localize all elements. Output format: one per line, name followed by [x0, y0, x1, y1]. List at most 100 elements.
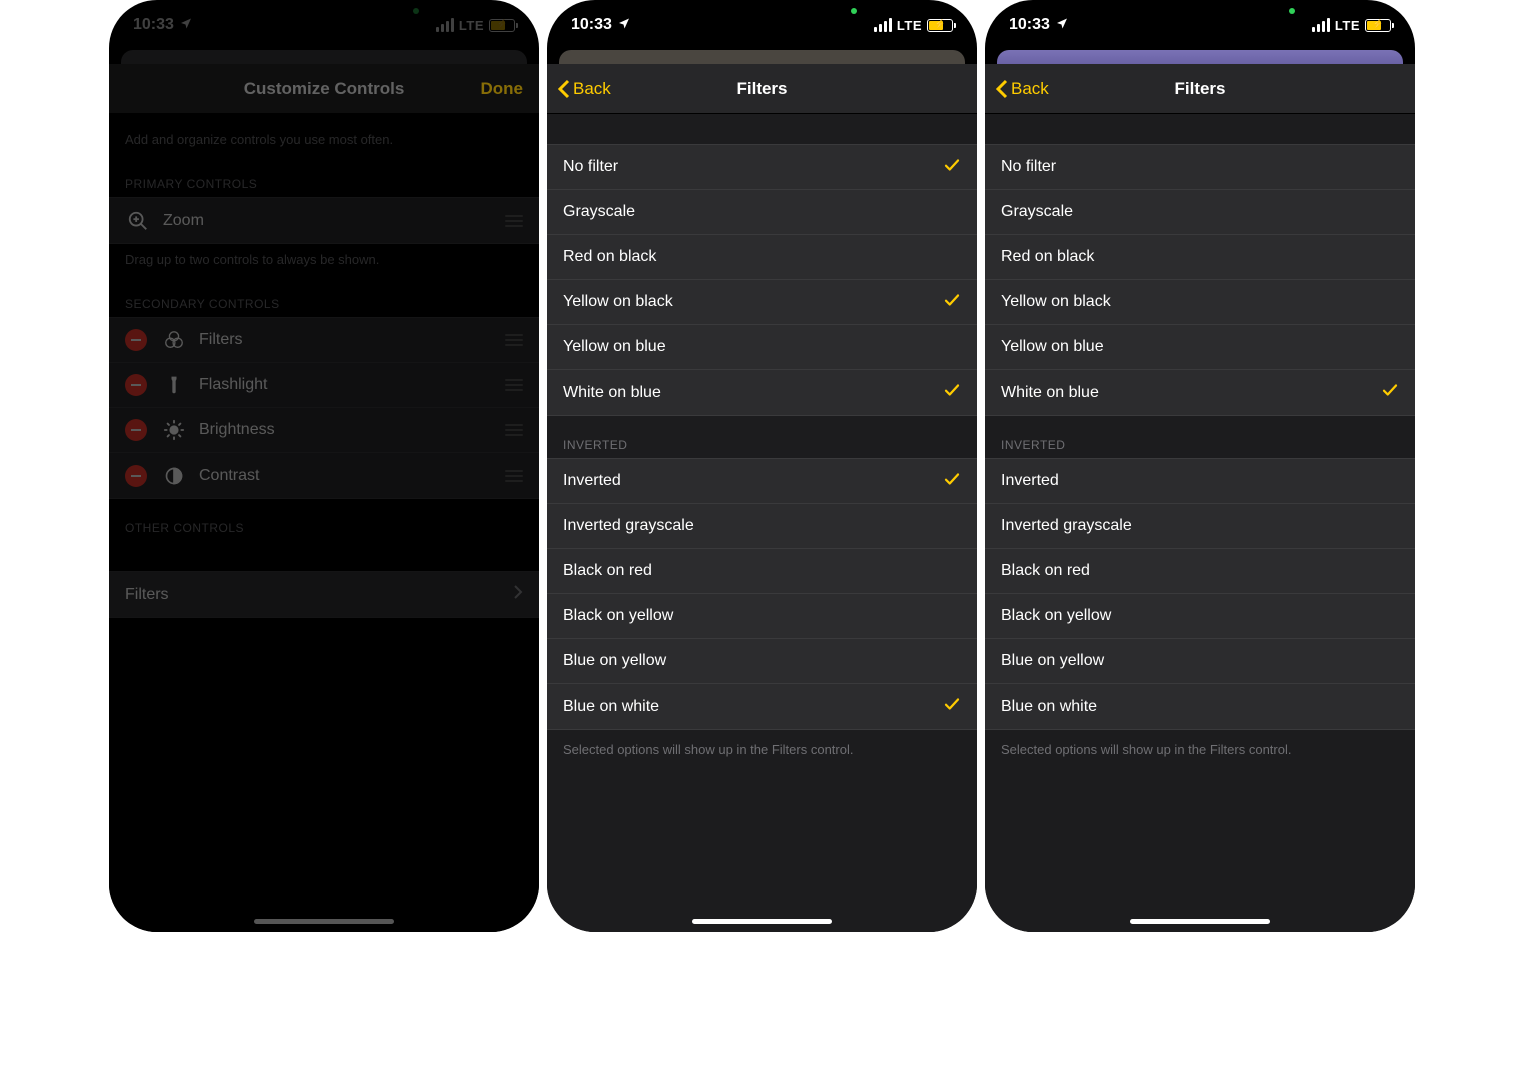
- filter-row[interactable]: Black on yellow: [547, 594, 977, 639]
- filter-row[interactable]: No filter: [985, 145, 1415, 190]
- location-icon: [1056, 16, 1068, 34]
- nav-bar: Back Filters: [985, 64, 1415, 114]
- phone-customize-controls: 10:33 LTE ⚡ Customize Controls Done Add …: [109, 0, 539, 932]
- filter-row[interactable]: Red on black: [547, 235, 977, 280]
- checkmark-icon: [943, 156, 961, 179]
- remove-icon[interactable]: [125, 419, 147, 441]
- page-title: Filters: [736, 79, 787, 99]
- chevron-left-icon: [557, 79, 571, 99]
- secondary-row-contrast[interactable]: Contrast: [109, 453, 539, 498]
- row-label: Blue on yellow: [1001, 652, 1104, 670]
- location-icon: [618, 16, 630, 34]
- home-indicator[interactable]: [254, 919, 394, 924]
- filter-row[interactable]: Yellow on blue: [985, 325, 1415, 370]
- reorder-grip-icon[interactable]: [505, 424, 523, 436]
- checkmark-icon: [943, 695, 961, 718]
- remove-icon[interactable]: [125, 329, 147, 351]
- checkmark-icon: [943, 381, 961, 404]
- status-time: 10:33: [1009, 16, 1050, 34]
- status-bar: 10:33 LTE ⚡: [109, 0, 539, 40]
- secondary-row-filters[interactable]: Filters: [109, 318, 539, 363]
- filter-row[interactable]: Black on yellow: [985, 594, 1415, 639]
- row-label: Inverted: [563, 472, 621, 490]
- remove-icon[interactable]: [125, 374, 147, 396]
- filter-row[interactable]: Blue on white: [547, 684, 977, 729]
- chevron-right-icon: [513, 584, 523, 605]
- row-label: Yellow on blue: [563, 338, 666, 356]
- nav-bar: Customize Controls Done: [109, 64, 539, 114]
- row-label: Flashlight: [199, 376, 267, 394]
- network-label: LTE: [459, 18, 484, 33]
- phone-filters-one: 10:33 LTE ⚡ Back Filters No filter Graysc…: [985, 0, 1415, 932]
- filter-row[interactable]: Blue on white: [985, 684, 1415, 729]
- remove-icon[interactable]: [125, 465, 147, 487]
- row-label: Inverted grayscale: [563, 517, 694, 535]
- signal-icon: [436, 18, 454, 32]
- status-bar: 10:33 LTE ⚡: [985, 0, 1415, 40]
- row-label: Black on yellow: [563, 607, 673, 625]
- reorder-grip-icon[interactable]: [505, 334, 523, 346]
- secondary-row-brightness[interactable]: Brightness: [109, 408, 539, 453]
- primary-row-zoom[interactable]: Zoom: [109, 198, 539, 243]
- content-area: Add and organize controls you use most o…: [109, 114, 539, 932]
- filter-row[interactable]: Yellow on black: [985, 280, 1415, 325]
- checkmark-icon: [943, 291, 961, 314]
- filter-row[interactable]: No filter: [547, 145, 977, 190]
- inverted-header: INVERTED: [547, 416, 977, 458]
- filter-row[interactable]: Red on black: [985, 235, 1415, 280]
- back-button[interactable]: Back: [995, 64, 1049, 113]
- reorder-grip-icon[interactable]: [505, 379, 523, 391]
- row-label: Grayscale: [1001, 203, 1073, 221]
- row-label: Zoom: [163, 212, 204, 230]
- reorder-grip-icon[interactable]: [505, 215, 523, 227]
- row-label: Inverted: [1001, 472, 1059, 490]
- filter-row[interactable]: Inverted: [985, 459, 1415, 504]
- chevron-left-icon: [995, 79, 1009, 99]
- zoom-icon: [125, 210, 151, 232]
- filter-row[interactable]: Inverted: [547, 459, 977, 504]
- primary-header: PRIMARY CONTROLS: [109, 155, 539, 197]
- home-indicator[interactable]: [1130, 919, 1270, 924]
- filter-row[interactable]: Black on red: [547, 549, 977, 594]
- reorder-grip-icon[interactable]: [505, 470, 523, 482]
- flashlight-icon: [161, 375, 187, 395]
- row-label: Black on yellow: [1001, 607, 1111, 625]
- page-title: Filters: [1174, 79, 1225, 99]
- row-label: No filter: [563, 158, 618, 176]
- status-time: 10:33: [133, 16, 174, 34]
- filter-row[interactable]: Inverted grayscale: [547, 504, 977, 549]
- home-indicator[interactable]: [692, 919, 832, 924]
- filter-row[interactable]: Black on red: [985, 549, 1415, 594]
- filter-row[interactable]: Blue on yellow: [547, 639, 977, 684]
- filter-row[interactable]: White on blue: [547, 370, 977, 415]
- row-label: Black on red: [563, 562, 652, 580]
- filter-row[interactable]: Grayscale: [985, 190, 1415, 235]
- location-icon: [180, 16, 192, 34]
- row-label: Black on red: [1001, 562, 1090, 580]
- status-time: 10:33: [571, 16, 612, 34]
- network-label: LTE: [1335, 18, 1360, 33]
- camera-indicator-dot: [851, 8, 857, 14]
- signal-icon: [874, 18, 892, 32]
- filters-group-2: Inverted Inverted grayscale Black on red Bl…: [547, 458, 977, 730]
- filter-row[interactable]: Yellow on blue: [547, 325, 977, 370]
- row-label: Inverted grayscale: [1001, 517, 1132, 535]
- sheet-peek: [121, 50, 527, 64]
- filter-row[interactable]: Yellow on black: [547, 280, 977, 325]
- secondary-header: SECONDARY CONTROLS: [109, 275, 539, 317]
- done-button[interactable]: Done: [481, 64, 524, 113]
- network-label: LTE: [897, 18, 922, 33]
- other-row-filters[interactable]: Filters: [109, 572, 539, 617]
- filter-row[interactable]: Blue on yellow: [985, 639, 1415, 684]
- row-label: Red on black: [563, 248, 656, 266]
- filters-group-1: No filterGrayscaleRed on blackYellow on …: [985, 144, 1415, 416]
- row-label: Filters: [125, 586, 169, 604]
- filter-row[interactable]: White on blue: [985, 370, 1415, 415]
- filter-row[interactable]: Grayscale: [547, 190, 977, 235]
- signal-icon: [1312, 18, 1330, 32]
- back-button[interactable]: Back: [557, 64, 611, 113]
- filter-row[interactable]: Inverted grayscale: [985, 504, 1415, 549]
- row-label: Yellow on black: [563, 293, 673, 311]
- row-label: Blue on white: [563, 698, 659, 716]
- secondary-row-flashlight[interactable]: Flashlight: [109, 363, 539, 408]
